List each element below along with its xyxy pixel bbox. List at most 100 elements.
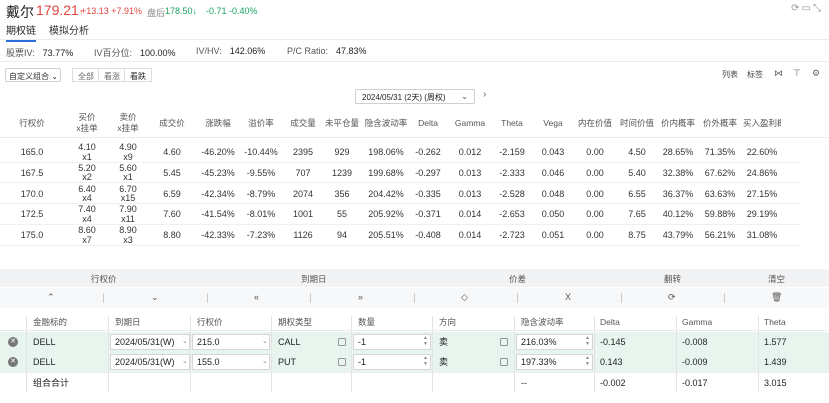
iv-cell: 204.42% [368, 188, 404, 199]
combo-select[interactable]: 自定义组合 ⌄ [5, 68, 61, 82]
timev-cell: 5.40 [628, 167, 646, 178]
collapse-icon[interactable]: ⤡ [813, 3, 823, 14]
column-header[interactable]: Delta [410, 112, 446, 136]
table-row[interactable]: 175.0 8.60 x7 8.90 x3 8.80 -42.33% -7.23% 1126 94… [0, 225, 800, 246]
close-icon[interactable]: ✕ [8, 337, 18, 347]
chevron-down-icon: ⌄ [182, 338, 188, 345]
filter-icon[interactable]: ⊤ [793, 68, 801, 79]
tag-view-button[interactable]: 标签 [747, 69, 763, 80]
filter-put-button[interactable]: 看跌 [124, 68, 152, 82]
delta-cell: -0.297 [415, 167, 441, 178]
column-header[interactable]: 卖价 x挂单 [108, 112, 148, 136]
column-icon[interactable]: ⋈ [774, 68, 783, 79]
strike-cell: 167.5 [20, 167, 44, 178]
ask-cell: 6.70 x15 [108, 184, 148, 204]
tab-simulation[interactable]: 模拟分析 [49, 22, 89, 40]
gamma-cell: 0.014 [458, 230, 482, 241]
timev-cell: 7.65 [628, 209, 646, 220]
strike-value: 155.0 [197, 357, 220, 367]
chevron-right-icon[interactable]: › [483, 89, 486, 100]
intr-cell: 0.00 [586, 230, 604, 241]
column-header[interactable]: 涨跌幅 [196, 112, 240, 136]
filter-all-button[interactable]: 全部 [72, 68, 100, 82]
spread-widen-button[interactable]: ◇ [461, 292, 468, 303]
column-header[interactable]: 成交价 [154, 112, 190, 136]
size: x4 [82, 193, 92, 204]
divider [0, 330, 829, 331]
column-header[interactable]: 买入盈利概率 [743, 112, 781, 136]
table-row[interactable]: 167.5 5.20 x2 5.60 x1 5.45 -45.23% -9.55% 707 123… [0, 163, 800, 184]
strike-control-label: 行权价 [91, 274, 117, 284]
calendar-icon[interactable] [500, 338, 508, 346]
theta-cell: -2.333 [499, 167, 525, 178]
column-header: 到期日 [115, 317, 141, 327]
stepper-arrows-icon[interactable]: ▲ ▼ [585, 335, 590, 347]
flip-button[interactable]: ⟳ [668, 292, 676, 303]
prof-cell: 31.08% [746, 230, 778, 241]
vol-cell: 1126 [293, 230, 313, 241]
calendar-icon[interactable] [500, 358, 508, 366]
expiry-select[interactable]: 2024/05/31 (2天) (周权) ⌄ [355, 89, 475, 104]
column-header[interactable]: 时间价值 [617, 112, 657, 136]
timev-cell: 8.75 [628, 230, 646, 241]
column-header: Theta [764, 317, 786, 327]
gear-icon[interactable]: ⚙ [812, 68, 820, 79]
gamma-value: -0.009 [682, 357, 708, 367]
column-header[interactable]: Vega [535, 112, 571, 136]
underlying-cell: DELL [33, 357, 56, 367]
leg-row[interactable]: ✕ DELL 2024/05/31(W) ⌄ 215.0 ⌄ CALL -1 ▲ ▼ 卖 216.03… [0, 332, 829, 352]
last-cell: 4.60 [163, 147, 181, 157]
expiry-next-button[interactable]: » [358, 292, 363, 302]
filter-call-button[interactable]: 看涨 [98, 68, 126, 82]
column-header[interactable]: 未平仓量 [322, 112, 362, 136]
size: x1 [82, 151, 92, 162]
minimize-icon[interactable]: ▭ [802, 3, 813, 14]
column-header: 隐含波动率 [521, 317, 564, 327]
close-icon[interactable]: ✕ [8, 357, 18, 367]
otm-cell: 67.62% [704, 167, 736, 178]
column-header[interactable]: 价外概率 [700, 112, 740, 136]
column-header[interactable]: Theta [494, 112, 530, 136]
gamma-value: -0.008 [682, 337, 708, 347]
leg-controls-labels: 行权价 到期日 价差 翻转 清空 [0, 269, 829, 287]
table-row[interactable]: 165.0 4.10 x1 4.90 x9 4.60 -46.20% -10.44% 2395 9… [0, 142, 800, 163]
stepper-arrows-icon[interactable]: ▲ ▼ [423, 355, 428, 367]
spread-narrow-button[interactable]: X [565, 292, 571, 302]
size: x3 [123, 234, 133, 245]
strike-up-button[interactable]: ⌃ [47, 292, 55, 303]
stat-iv-percentile: IV百分位: 100.00% [94, 48, 176, 58]
stepper-arrows-icon[interactable]: ▲ ▼ [423, 335, 428, 347]
iv-cell: 198.06% [368, 147, 404, 157]
prof-cell: 22.60% [746, 147, 778, 157]
ask-cell: 4.90 x9 [108, 142, 148, 162]
refresh-icon[interactable]: ⟳ [791, 3, 801, 14]
timev-cell: 6.55 [628, 188, 646, 199]
strike-down-button[interactable]: ⌄ [151, 292, 159, 303]
column-header[interactable]: 内在价值 [575, 112, 615, 136]
chevron-down-icon: ⌄ [262, 358, 268, 365]
leg-row[interactable]: ✕ DELL 2024/05/31(W) ⌄ 155.0 ⌄ PUT -1 ▲ ▼ 卖 197.33%… [0, 352, 829, 372]
column-header[interactable]: 溢价率 [241, 112, 281, 136]
column-header[interactable]: 行权价 [12, 112, 52, 136]
trash-icon[interactable]: 🗑 [771, 292, 782, 303]
delta-cell: -0.408 [415, 230, 441, 241]
size: x7 [82, 234, 92, 245]
stepper-arrows-icon[interactable]: ▲ ▼ [585, 355, 590, 367]
list-view-button[interactable]: 列表 [722, 69, 738, 80]
calendar-icon[interactable] [338, 358, 346, 366]
expiry-prev-button[interactable]: « [254, 292, 259, 302]
spread-control-label: 价差 [509, 274, 527, 284]
column-header[interactable]: 隐含波动率 [362, 112, 410, 136]
column-header[interactable]: 买价 x挂单 [67, 112, 107, 136]
column-header: 方向 [439, 317, 457, 327]
chg-cell: -46.20% [201, 147, 235, 157]
column-header[interactable]: 成交量 [285, 112, 321, 136]
table-row[interactable]: 172.5 7.40 x4 7.90 x11 7.60 -41.54% -8.01% 1001 5… [0, 204, 800, 225]
calendar-icon[interactable] [338, 338, 346, 346]
prof-cell: 29.19% [746, 209, 778, 220]
size: x4 [82, 213, 92, 224]
column-header[interactable]: Gamma [450, 112, 490, 136]
column-header: 金融标的 [33, 317, 68, 327]
table-row[interactable]: 170.0 6.40 x4 6.70 x15 6.59 -42.34% -8.79% 2074 3… [0, 184, 800, 205]
column-header[interactable]: 价内概率 [658, 112, 698, 136]
